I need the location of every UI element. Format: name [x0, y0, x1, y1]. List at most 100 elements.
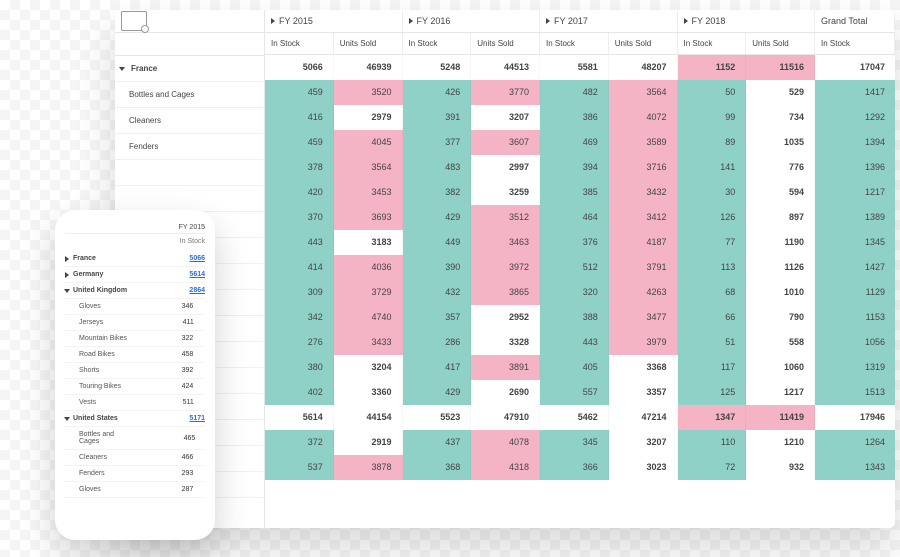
data-cell[interactable]: 3589	[609, 130, 678, 155]
data-cell[interactable]: 594	[746, 180, 815, 205]
data-cell[interactable]: 429	[403, 205, 472, 230]
data-cell[interactable]: 3607	[471, 130, 540, 155]
mobile-country-row[interactable]: United States5171	[65, 411, 205, 427]
data-cell[interactable]: 405	[540, 355, 609, 380]
data-cell[interactable]: 2919	[334, 430, 403, 455]
year-header-cell[interactable]: FY 2018	[678, 11, 816, 31]
row-header-item[interactable]: Fenders	[115, 134, 264, 160]
data-cell[interactable]: 68	[678, 280, 747, 305]
data-cell[interactable]: 3716	[609, 155, 678, 180]
data-cell[interactable]: 483	[403, 155, 472, 180]
data-cell[interactable]: 3791	[609, 255, 678, 280]
grand-total-cell[interactable]: 1319	[815, 355, 895, 380]
data-cell[interactable]: 432	[403, 280, 472, 305]
data-cell[interactable]: 276	[265, 330, 334, 355]
data-cell[interactable]: 320	[540, 280, 609, 305]
data-cell[interactable]: 3891	[471, 355, 540, 380]
data-cell[interactable]: 5614	[265, 405, 334, 430]
data-cell[interactable]: 3564	[609, 80, 678, 105]
data-cell[interactable]: 380	[265, 355, 334, 380]
mobile-country-row[interactable]: United Kingdom2864	[65, 283, 205, 299]
measure-header-cell[interactable]: In Stock	[540, 33, 609, 55]
data-cell[interactable]: 557	[540, 380, 609, 405]
data-cell[interactable]: 72	[678, 455, 747, 480]
data-cell[interactable]: 5581	[540, 55, 609, 80]
data-cell[interactable]: 3520	[334, 80, 403, 105]
data-cell[interactable]: 126	[678, 205, 747, 230]
grand-total-cell[interactable]: 1343	[815, 455, 895, 480]
mobile-value-link[interactable]: 2864	[189, 287, 205, 294]
data-cell[interactable]: 77	[678, 230, 747, 255]
data-cell[interactable]: 416	[265, 105, 334, 130]
grand-total-cell[interactable]: 1129	[815, 280, 895, 305]
data-cell[interactable]: 1210	[746, 430, 815, 455]
data-cell[interactable]: 3693	[334, 205, 403, 230]
grand-total-cell[interactable]: 1389	[815, 205, 895, 230]
mobile-value-link[interactable]: 5066	[189, 255, 205, 262]
data-cell[interactable]: 1010	[746, 280, 815, 305]
data-cell[interactable]: 370	[265, 205, 334, 230]
year-header-cell[interactable]: FY 2016	[403, 11, 541, 31]
data-cell[interactable]: 50	[678, 80, 747, 105]
data-cell[interactable]: 443	[265, 230, 334, 255]
data-cell[interactable]: 776	[746, 155, 815, 180]
grand-total-cell[interactable]: 17946	[815, 405, 895, 430]
data-cell[interactable]: 1190	[746, 230, 815, 255]
data-cell[interactable]: 897	[746, 205, 815, 230]
data-cell[interactable]: 286	[403, 330, 472, 355]
year-header-cell[interactable]: FY 2015	[265, 11, 403, 31]
data-cell[interactable]: 3207	[609, 430, 678, 455]
data-cell[interactable]: 5248	[403, 55, 472, 80]
data-cell[interactable]: 459	[265, 80, 334, 105]
data-cell[interactable]: 47910	[471, 405, 540, 430]
measure-header-cell[interactable]: In Stock	[265, 33, 334, 55]
data-cell[interactable]: 3204	[334, 355, 403, 380]
data-cell[interactable]: 44513	[471, 55, 540, 80]
mobile-year-header[interactable]: FY 2015	[65, 222, 205, 234]
mobile-value-link[interactable]: 5171	[189, 415, 205, 422]
data-cell[interactable]: 390	[403, 255, 472, 280]
data-cell[interactable]: 3432	[609, 180, 678, 205]
mobile-item-row[interactable]: Shorts392	[65, 363, 205, 379]
mobile-item-row[interactable]: Mountain Bikes322	[65, 331, 205, 347]
data-cell[interactable]: 558	[746, 330, 815, 355]
mobile-item-row[interactable]: Fenders293	[65, 466, 205, 482]
measure-header-cell[interactable]: Units Sold	[609, 33, 678, 55]
grand-total-cell[interactable]: 1396	[815, 155, 895, 180]
mobile-item-row[interactable]: Vests511	[65, 395, 205, 411]
data-cell[interactable]: 394	[540, 155, 609, 180]
data-cell[interactable]: 113	[678, 255, 747, 280]
data-cell[interactable]: 391	[403, 105, 472, 130]
data-cell[interactable]: 3770	[471, 80, 540, 105]
data-cell[interactable]: 11419	[746, 405, 815, 430]
data-cell[interactable]: 420	[265, 180, 334, 205]
data-cell[interactable]: 482	[540, 80, 609, 105]
data-cell[interactable]: 512	[540, 255, 609, 280]
data-cell[interactable]: 1347	[678, 405, 747, 430]
grand-total-cell[interactable]: 1513	[815, 380, 895, 405]
data-cell[interactable]: 1126	[746, 255, 815, 280]
data-cell[interactable]: 426	[403, 80, 472, 105]
data-cell[interactable]: 3183	[334, 230, 403, 255]
grand-total-cell[interactable]: 1427	[815, 255, 895, 280]
data-cell[interactable]: 51	[678, 330, 747, 355]
data-cell[interactable]: 3564	[334, 155, 403, 180]
mobile-item-row[interactable]: Gloves346	[65, 299, 205, 315]
data-cell[interactable]: 1152	[678, 55, 747, 80]
data-cell[interactable]: 44154	[334, 405, 403, 430]
data-cell[interactable]: 386	[540, 105, 609, 130]
data-cell[interactable]: 5066	[265, 55, 334, 80]
data-cell[interactable]: 537	[265, 455, 334, 480]
year-header-cell[interactable]: FY 2017	[540, 11, 678, 31]
measure-header-cell[interactable]: In Stock	[403, 33, 472, 55]
data-cell[interactable]: 382	[403, 180, 472, 205]
data-cell[interactable]: 437	[403, 430, 472, 455]
mobile-value-link[interactable]: 5614	[189, 271, 205, 278]
data-cell[interactable]: 3412	[609, 205, 678, 230]
data-cell[interactable]: 1060	[746, 355, 815, 380]
mobile-country-row[interactable]: Germany5614	[65, 267, 205, 283]
data-cell[interactable]: 529	[746, 80, 815, 105]
data-cell[interactable]: 368	[403, 455, 472, 480]
data-cell[interactable]: 932	[746, 455, 815, 480]
mobile-item-row[interactable]: Cleaners466	[65, 450, 205, 466]
